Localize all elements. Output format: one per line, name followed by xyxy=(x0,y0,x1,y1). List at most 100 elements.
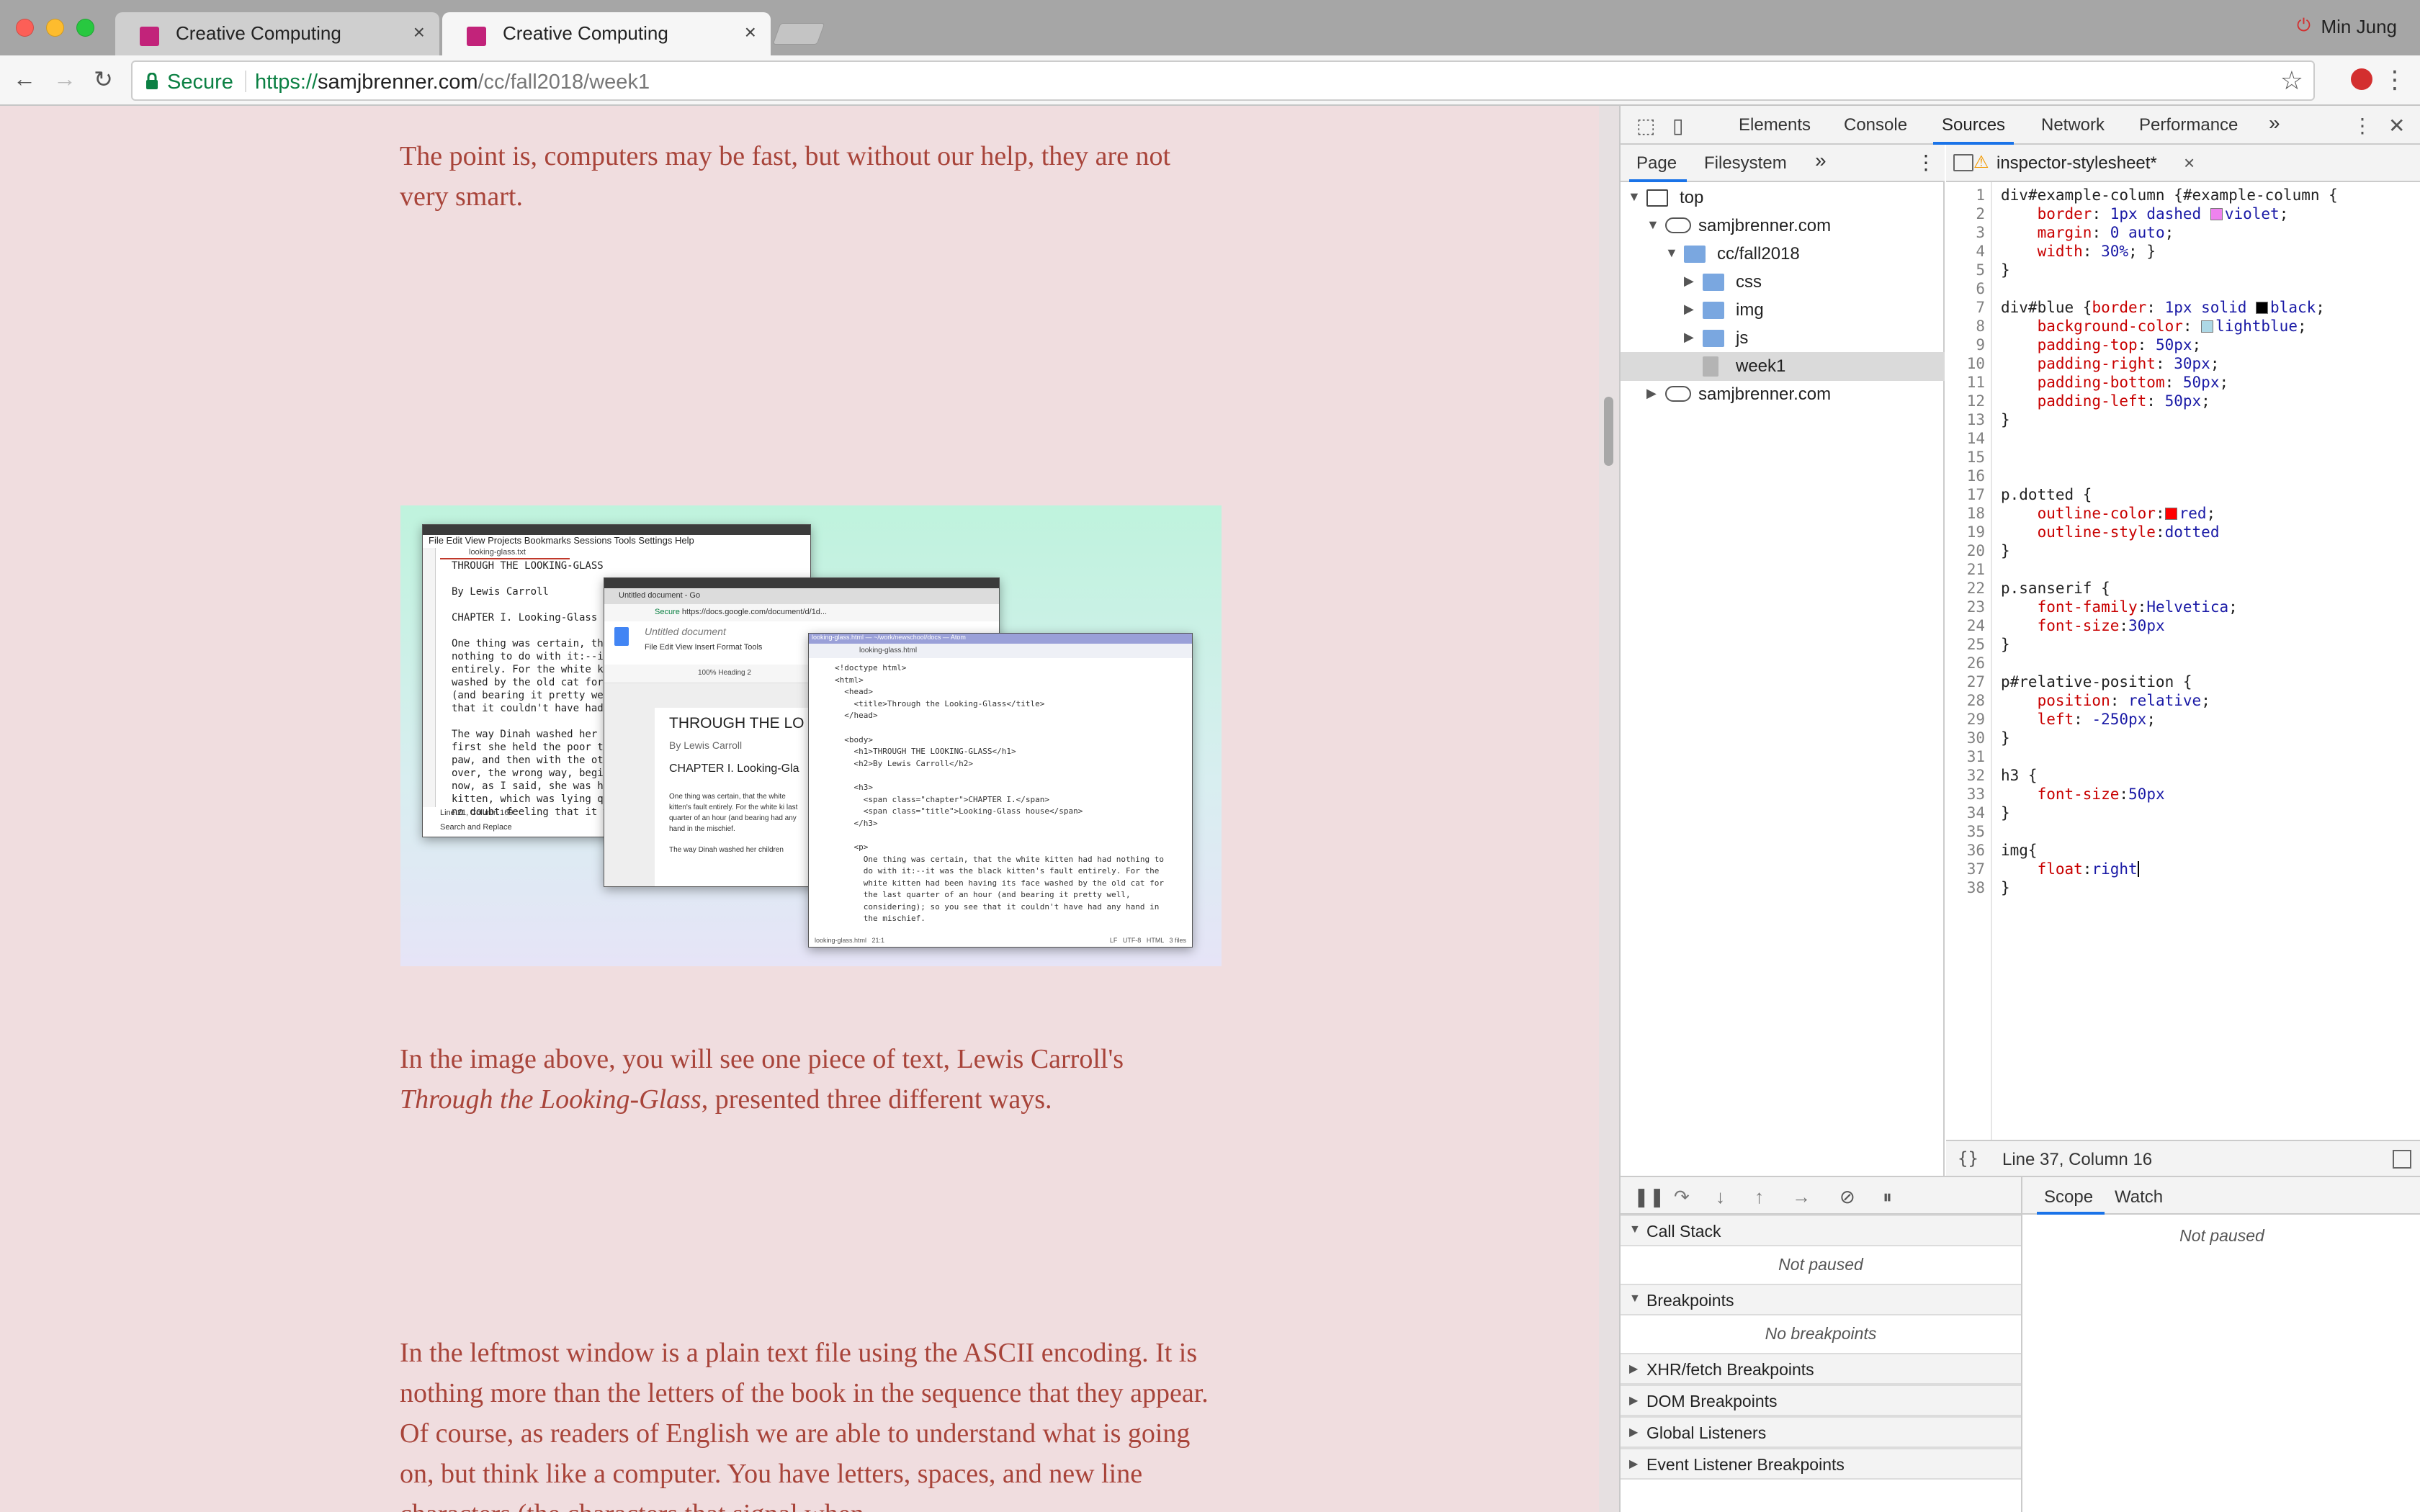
new-tab-button[interactable] xyxy=(772,23,825,45)
code-text: : xyxy=(2155,505,2165,522)
css-property: position xyxy=(2037,692,2110,709)
inspect-element-icon[interactable]: ⬚ xyxy=(1636,114,1655,138)
close-tab-icon[interactable]: × xyxy=(745,21,756,44)
code-line: padding-left: 50px; xyxy=(2001,392,2210,410)
paragraph: In the image above, you will see one pie… xyxy=(400,1039,1221,1120)
tab-network[interactable]: Network xyxy=(2041,115,2105,135)
user-profile-name[interactable]: Min Jung xyxy=(2321,16,2398,38)
collapsed-arrow-icon[interactable]: ▶ xyxy=(1684,330,1694,345)
color-swatch[interactable] xyxy=(2210,208,2223,220)
navigator-menu-icon[interactable]: ⋮ xyxy=(1916,150,1936,174)
expanded-arrow-icon[interactable]: ▼ xyxy=(1628,189,1641,204)
minimize-window-button[interactable] xyxy=(46,19,64,37)
tab-title: Creative Computing xyxy=(503,22,668,44)
color-swatch[interactable] xyxy=(2164,508,2177,520)
more-nav-tabs-icon[interactable]: » xyxy=(1815,149,1827,172)
css-value: lightblue xyxy=(2215,318,2298,335)
step-out-icon[interactable]: ↑ xyxy=(1754,1186,1764,1208)
tab-page[interactable]: Page xyxy=(1636,153,1677,174)
toggle-debugger-icon[interactable] xyxy=(2393,1150,2411,1169)
file-tab-inspector-stylesheet[interactable]: inspector-stylesheet* xyxy=(1996,153,2157,174)
reload-icon[interactable]: ↻ xyxy=(94,66,113,93)
debugger-section-header[interactable]: ▼ Call Stack xyxy=(1621,1215,2021,1246)
color-swatch[interactable] xyxy=(2201,320,2214,333)
back-arrow-icon[interactable]: ← xyxy=(13,66,36,92)
lock-icon xyxy=(146,73,158,89)
page-scroll-thumb[interactable] xyxy=(1604,397,1613,466)
url-text[interactable]: https://samjbrenner.com/cc/fall2018/week… xyxy=(255,71,650,94)
file-icon xyxy=(1703,356,1718,377)
close-devtools-icon[interactable]: ✕ xyxy=(2388,114,2405,138)
tree-item[interactable]: ▶ css xyxy=(1621,268,1945,297)
debugger-section-header[interactable]: ▶ Global Listeners xyxy=(1621,1416,2021,1448)
expanded-arrow-icon[interactable]: ▼ xyxy=(1646,217,1659,233)
line-number: 6 xyxy=(1976,280,1985,297)
paragraph: In the leftmost window is a plain text f… xyxy=(400,1338,1209,1512)
expanded-arrow-icon[interactable]: ▼ xyxy=(1665,246,1678,261)
frame-icon xyxy=(1646,189,1668,207)
debugger-section-header[interactable]: ▶ DOM Breakpoints xyxy=(1621,1385,2021,1416)
code-text: p.sanserif { xyxy=(2001,580,2110,597)
debugger-sections: ▼ Call Stack Not paused ▼ Breakpoints No brea… xyxy=(1621,1215,2022,1512)
tree-item-label: js xyxy=(1736,328,1749,348)
tree-item[interactable]: ▶ img xyxy=(1621,296,1945,325)
device-toolbar-icon[interactable]: ▯ xyxy=(1672,114,1683,138)
toggle-navigator-icon[interactable] xyxy=(1953,154,1973,171)
user-profile-icon[interactable]: ⏻ xyxy=(2297,16,2311,36)
tree-item[interactable]: ▶ js xyxy=(1621,324,1945,353)
line-number: 30 xyxy=(1966,729,1985,747)
line-number: 17 xyxy=(1966,486,1985,503)
debugger-section-header[interactable]: ▶ Event Listener Breakpoints xyxy=(1621,1448,2021,1480)
devtools-menu-icon[interactable]: ⋮ xyxy=(2352,114,2372,138)
line-number: 38 xyxy=(1966,879,1985,896)
pretty-print-icon[interactable]: {} xyxy=(1958,1148,1978,1169)
code-text: } xyxy=(2001,729,2010,747)
collapsed-arrow-icon[interactable]: ▶ xyxy=(1684,274,1694,289)
tab-console[interactable]: Console xyxy=(1844,115,1907,135)
tree-item[interactable]: ▼ cc/fall2018 xyxy=(1621,240,1945,269)
browser-tab-active[interactable]: Creative Computing × xyxy=(442,12,771,55)
debugger-section-header[interactable]: ▶ XHR/fetch Breakpoints xyxy=(1621,1353,2021,1385)
tree-item[interactable]: ▶ samjbrenner.com xyxy=(1621,380,1945,409)
tree-item[interactable]: ▼ top xyxy=(1621,184,1945,212)
debugger-toolbar: ❚❚ ↷ ↓ ↑ → ⊘ ⏸ xyxy=(1621,1176,2022,1215)
tab-elements[interactable]: Elements xyxy=(1739,115,1811,135)
step-icon[interactable]: → xyxy=(1792,1186,1811,1208)
tree-item[interactable]: week1 xyxy=(1621,352,1945,381)
bookmark-star-icon[interactable]: ☆ xyxy=(2280,66,2303,96)
tab-watch[interactable]: Watch xyxy=(2115,1187,2163,1207)
browser-tab[interactable]: Creative Computing × xyxy=(115,12,439,55)
editor-tab-bar: ⚠ inspector-stylesheet* × xyxy=(1946,145,2420,182)
color-swatch[interactable] xyxy=(2256,302,2269,314)
tree-item[interactable]: ▼ samjbrenner.com xyxy=(1621,212,1945,240)
code-text: ; xyxy=(2219,374,2229,391)
collapsed-arrow-icon[interactable]: ▶ xyxy=(1684,302,1694,317)
close-file-tab-icon[interactable]: × xyxy=(2184,152,2195,174)
step-over-icon[interactable]: ↷ xyxy=(1674,1186,1690,1208)
deactivate-breakpoints-icon[interactable]: ⊘ xyxy=(1839,1186,1855,1208)
address-bar[interactable]: Secure https://samjbrenner.com/cc/fall20… xyxy=(131,60,2315,101)
close-tab-icon[interactable]: × xyxy=(413,21,425,44)
close-window-button[interactable] xyxy=(16,19,34,37)
more-tabs-icon[interactable]: » xyxy=(2269,112,2280,135)
css-value: black xyxy=(2270,299,2316,316)
collapsed-arrow-icon[interactable]: ▶ xyxy=(1646,386,1657,401)
tab-sources[interactable]: Sources xyxy=(1942,115,2005,135)
step-into-icon[interactable]: ↓ xyxy=(1716,1186,1725,1208)
tab-performance[interactable]: Performance xyxy=(2139,115,2238,135)
browser-menu-icon[interactable]: ⋮ xyxy=(2383,66,2407,94)
tab-filesystem[interactable]: Filesystem xyxy=(1704,153,1787,174)
css-value: 50px xyxy=(2164,392,2202,410)
tab-scope[interactable]: Scope xyxy=(2044,1187,2093,1207)
pause-icon[interactable]: ❚❚ xyxy=(1634,1186,1665,1208)
debugger-section-header[interactable]: ▼ Breakpoints xyxy=(1621,1284,2021,1315)
pause-on-exceptions-icon[interactable]: ⏸ xyxy=(1883,1186,1892,1209)
extension-icon[interactable] xyxy=(2351,68,2372,90)
page-scrollbar[interactable] xyxy=(1599,106,1619,1512)
forward-arrow-icon[interactable]: → xyxy=(53,66,76,92)
line-number: 26 xyxy=(1966,654,1985,672)
maximize-window-button[interactable] xyxy=(76,19,94,37)
docs-body: The way Dinah washed her children xyxy=(669,846,784,854)
